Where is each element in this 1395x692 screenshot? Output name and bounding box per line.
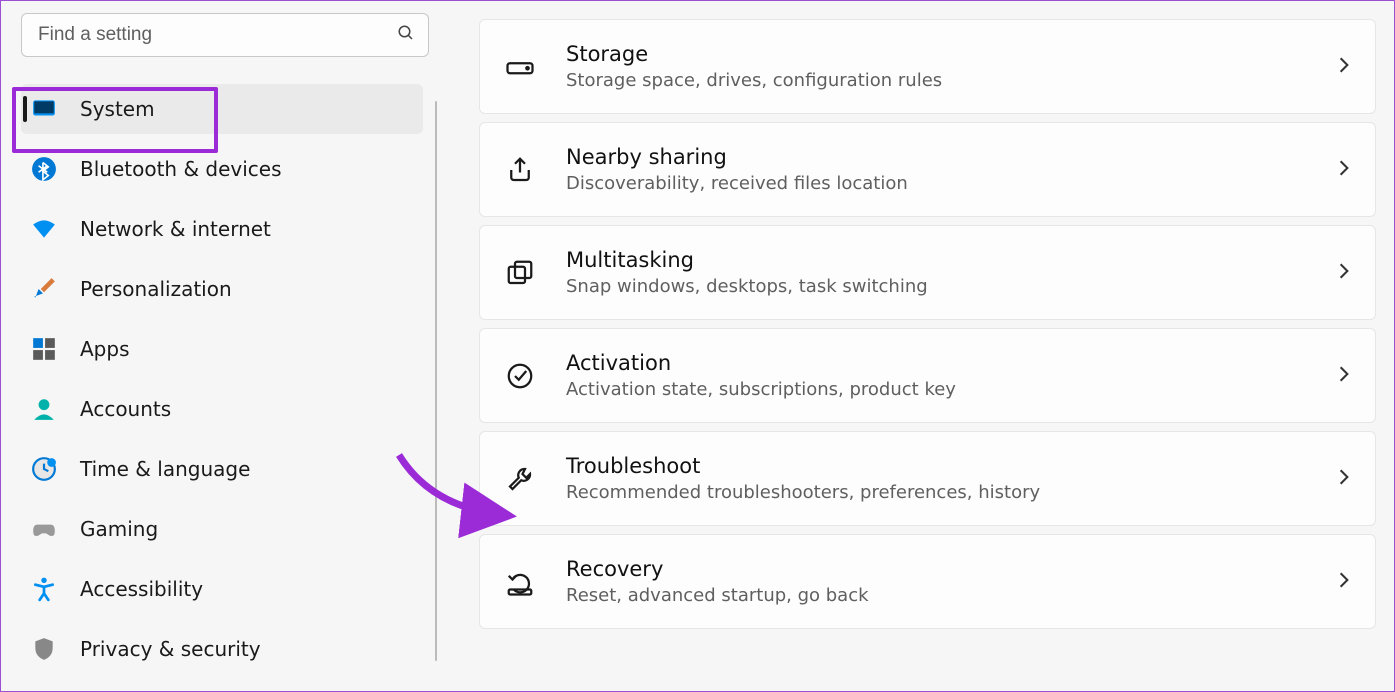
card-body: Troubleshoot Recommended troubleshooters… [566, 454, 1309, 503]
multitasking-icon [502, 255, 538, 291]
card-storage[interactable]: Storage Storage space, drives, configura… [479, 19, 1376, 114]
sidebar-item-label: Personalization [80, 277, 232, 301]
card-title: Storage [566, 42, 1309, 66]
card-title: Recovery [566, 557, 1309, 581]
card-body: Recovery Reset, advanced startup, go bac… [566, 557, 1309, 606]
chevron-right-icon [1337, 468, 1351, 490]
clock-icon [29, 455, 58, 484]
sidebar-item-label: Privacy & security [80, 637, 261, 661]
sidebar-item-privacy[interactable]: Privacy & security [21, 624, 423, 674]
settings-sidebar: System Bluetooth & devices Network & int… [1, 1, 439, 691]
card-subtitle: Storage space, drives, configuration rul… [566, 70, 1309, 91]
card-title: Nearby sharing [566, 145, 1309, 169]
card-subtitle: Recommended troubleshooters, preferences… [566, 482, 1309, 503]
nav-list: System Bluetooth & devices Network & int… [21, 79, 437, 679]
sidebar-item-label: Accounts [80, 397, 171, 421]
card-nearby-sharing[interactable]: Nearby sharing Discoverability, received… [479, 122, 1376, 217]
account-icon [29, 395, 58, 424]
sidebar-item-network[interactable]: Network & internet [21, 204, 423, 254]
chevron-right-icon [1337, 365, 1351, 387]
card-activation[interactable]: Activation Activation state, subscriptio… [479, 328, 1376, 423]
card-title: Multitasking [566, 248, 1309, 272]
sidebar-item-personalization[interactable]: Personalization [21, 264, 423, 314]
sidebar-item-apps[interactable]: Apps [21, 324, 423, 374]
check-circle-icon [502, 358, 538, 394]
card-recovery[interactable]: Recovery Reset, advanced startup, go bac… [479, 534, 1376, 629]
card-body: Storage Storage space, drives, configura… [566, 42, 1309, 91]
chevron-right-icon [1337, 571, 1351, 593]
sidebar-item-bluetooth[interactable]: Bluetooth & devices [21, 144, 423, 194]
card-subtitle: Discoverability, received files location [566, 173, 1309, 194]
brush-icon [29, 275, 58, 304]
card-body: Nearby sharing Discoverability, received… [566, 145, 1309, 194]
card-title: Activation [566, 351, 1309, 375]
gamepad-icon [29, 515, 58, 544]
sidebar-item-system[interactable]: System [21, 84, 423, 134]
wifi-icon [29, 215, 58, 244]
bluetooth-icon [29, 155, 58, 184]
apps-icon [29, 335, 58, 364]
sidebar-item-accounts[interactable]: Accounts [21, 384, 423, 434]
card-subtitle: Snap windows, desktops, task switching [566, 276, 1309, 297]
card-body: Activation Activation state, subscriptio… [566, 351, 1309, 400]
display-icon [29, 95, 58, 124]
sidebar-item-label: Bluetooth & devices [80, 157, 282, 181]
sidebar-item-label: Network & internet [80, 217, 271, 241]
chevron-right-icon [1337, 159, 1351, 181]
accessibility-icon [29, 575, 58, 604]
sidebar-scrollbar[interactable] [435, 101, 437, 661]
recovery-icon [502, 564, 538, 600]
sidebar-item-label: System [80, 97, 155, 121]
shield-icon [29, 635, 58, 664]
sidebar-item-label: Accessibility [80, 577, 203, 601]
storage-icon [502, 49, 538, 85]
search-input[interactable] [21, 13, 429, 57]
settings-main: Storage Storage space, drives, configura… [439, 1, 1394, 691]
card-subtitle: Activation state, subscriptions, product… [566, 379, 1309, 400]
sidebar-item-gaming[interactable]: Gaming [21, 504, 423, 554]
sidebar-item-time[interactable]: Time & language [21, 444, 423, 494]
chevron-right-icon [1337, 262, 1351, 284]
card-body: Multitasking Snap windows, desktops, tas… [566, 248, 1309, 297]
card-subtitle: Reset, advanced startup, go back [566, 585, 1309, 606]
sidebar-item-label: Time & language [80, 457, 250, 481]
card-troubleshoot[interactable]: Troubleshoot Recommended troubleshooters… [479, 431, 1376, 526]
search-container [21, 13, 429, 57]
wrench-icon [502, 461, 538, 497]
card-title: Troubleshoot [566, 454, 1309, 478]
chevron-right-icon [1337, 56, 1351, 78]
share-icon [502, 152, 538, 188]
sidebar-item-label: Apps [80, 337, 130, 361]
search-icon [397, 24, 415, 46]
sidebar-item-accessibility[interactable]: Accessibility [21, 564, 423, 614]
card-multitasking[interactable]: Multitasking Snap windows, desktops, tas… [479, 225, 1376, 320]
sidebar-item-label: Gaming [80, 517, 158, 541]
